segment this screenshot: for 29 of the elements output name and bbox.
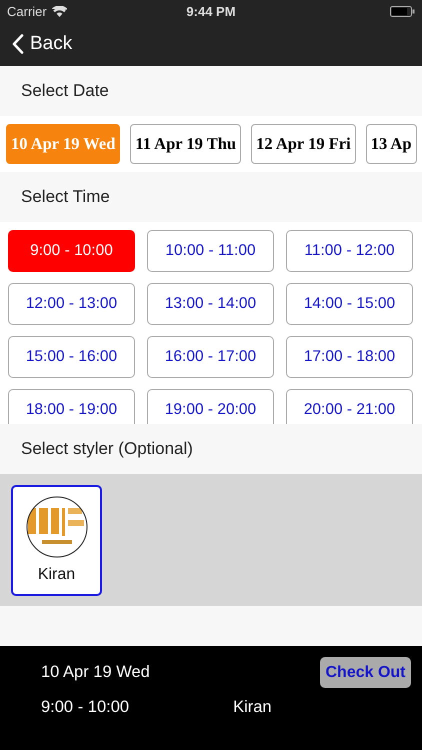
- styler-card[interactable]: Kiran: [11, 484, 102, 596]
- time-slot-button[interactable]: 11:00 - 12:00: [286, 230, 413, 272]
- time-slot-button[interactable]: 13:00 - 14:00: [147, 283, 274, 325]
- checkout-button[interactable]: Check Out: [320, 657, 411, 688]
- summary-time: 9:00 - 10:00: [41, 698, 130, 717]
- summary-styler: Kiran: [233, 698, 272, 717]
- time-slot-button[interactable]: 20:00 - 21:00: [286, 389, 413, 424]
- time-slot-button[interactable]: 14:00 - 15:00: [286, 283, 413, 325]
- back-button[interactable]: Back: [12, 33, 72, 55]
- section-title: Select Time: [20, 186, 111, 208]
- time-slot-button[interactable]: 16:00 - 17:00: [147, 336, 274, 378]
- time-slot-button[interactable]: 17:00 - 18:00: [286, 336, 413, 378]
- carrier-label: Carrier: [7, 4, 47, 18]
- wifi-icon: [52, 6, 67, 16]
- time-slot-button[interactable]: 9:00 - 10:00: [8, 230, 135, 272]
- chevron-left-icon: [12, 34, 24, 54]
- status-time: 9:44 PM: [186, 4, 236, 18]
- time-slot-button[interactable]: 10:00 - 11:00: [147, 230, 274, 272]
- section-title: Select styler (Optional): [20, 438, 194, 460]
- time-slot-button[interactable]: 12:00 - 13:00: [8, 283, 135, 325]
- battery-icon: [390, 6, 415, 16]
- date-button[interactable]: 11 Apr 19 Thu: [130, 124, 242, 164]
- time-slot-button[interactable]: 19:00 - 20:00: [147, 389, 274, 424]
- time-slot-button[interactable]: 18:00 - 19:00: [8, 389, 135, 424]
- summary-date: 10 Apr 19 Wed: [41, 663, 150, 682]
- section-title: Select Date: [20, 80, 110, 102]
- date-button[interactable]: 13 Ap: [366, 124, 416, 164]
- date-button[interactable]: 12 Apr 19 Fri: [251, 124, 356, 164]
- time-slot-button[interactable]: 15:00 - 16:00: [8, 336, 135, 378]
